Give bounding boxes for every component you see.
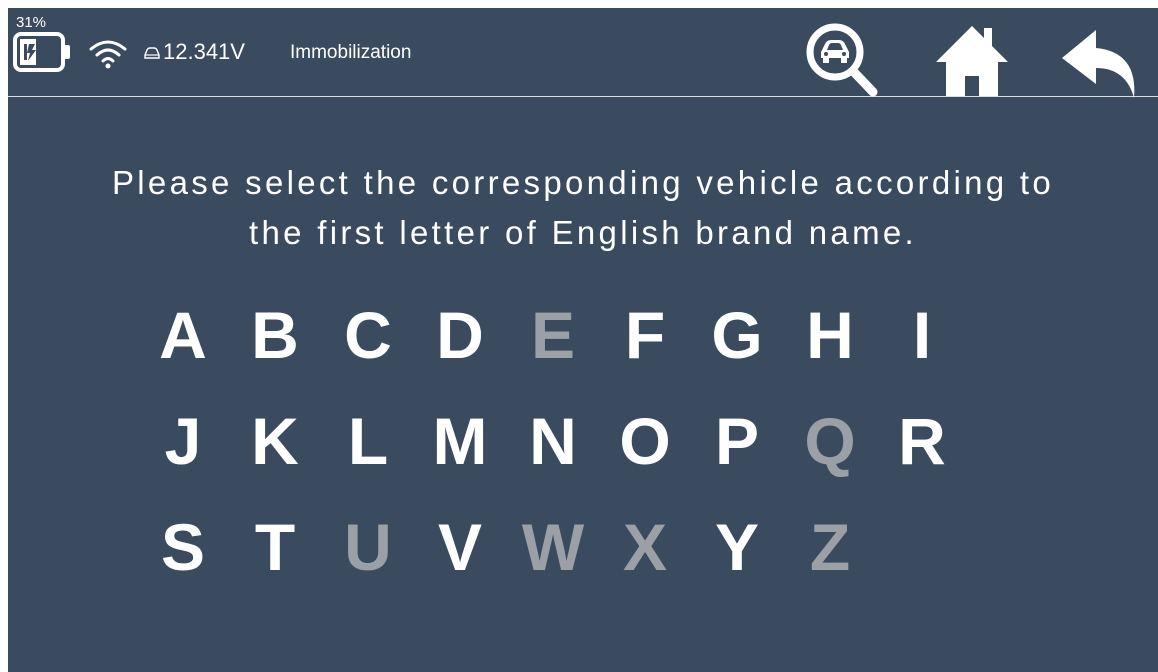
letter-o-button[interactable]: O: [610, 399, 680, 483]
letter-row: STUVWXYZ: [148, 505, 1008, 611]
letter-b-button[interactable]: B: [240, 293, 310, 377]
letter-j-button[interactable]: J: [148, 399, 218, 483]
battery-charging-icon: [13, 32, 73, 77]
letter-n-button[interactable]: N: [518, 399, 588, 483]
letter-m-button[interactable]: M: [425, 399, 495, 483]
page-title: Immobilization: [290, 42, 412, 63]
letter-g-button[interactable]: G: [702, 293, 772, 377]
letter-t-button[interactable]: T: [240, 505, 310, 589]
letter-a-button[interactable]: A: [148, 293, 218, 377]
letter-row: ABCDEFGHI: [148, 293, 1008, 399]
letter-s-button[interactable]: S: [148, 505, 218, 589]
letter-e-button: E: [530, 298, 576, 372]
brand-letter-grid: ABCDEFGHIJKLMNOPQRSTUVWXYZ: [148, 293, 1008, 611]
letter-i-button[interactable]: I: [887, 293, 957, 377]
letter-v-button[interactable]: V: [425, 505, 495, 589]
letter-r-button[interactable]: R: [887, 399, 957, 483]
letter-h-button[interactable]: H: [795, 293, 865, 377]
letter-w-button: W: [521, 510, 585, 584]
letter-z-button: Z: [809, 510, 851, 584]
top-bar: 31% 12.341V Immobilization: [8, 8, 1158, 98]
letter-x-button: X: [622, 510, 668, 584]
instruction-text: Please select the corresponding vehicle …: [8, 158, 1158, 258]
voltage-reading: 12.341V: [163, 39, 245, 64]
letter-c-button[interactable]: C: [333, 293, 403, 377]
home-icon: [936, 26, 1008, 96]
battery-percent: 31%: [16, 14, 47, 31]
instruction-line-1: Please select the corresponding vehicle …: [111, 164, 1055, 201]
letter-k-button[interactable]: K: [240, 399, 310, 483]
letter-d-button[interactable]: D: [425, 293, 495, 377]
letter-f-button[interactable]: F: [610, 293, 680, 377]
letter-row: JKLMNOPQR: [148, 399, 1008, 505]
car-search-icon: [806, 23, 878, 97]
letter-l-button[interactable]: L: [333, 399, 403, 483]
instruction-line-2: the first letter of English brand name.: [249, 214, 917, 251]
back-arrow-icon: [1062, 30, 1135, 98]
letter-u-button: U: [344, 510, 392, 584]
wifi-icon: [88, 38, 128, 75]
vehicle-search-button[interactable]: [800, 16, 892, 97]
app-screen: 31% 12.341V Immobilization Please select…: [8, 8, 1158, 672]
car-battery-icon: [143, 46, 161, 65]
letter-q-button: Q: [804, 404, 856, 478]
letter-y-button[interactable]: Y: [702, 505, 772, 589]
home-button[interactable]: [926, 16, 1018, 96]
letter-p-button[interactable]: P: [702, 399, 772, 483]
back-button[interactable]: [1048, 16, 1140, 98]
